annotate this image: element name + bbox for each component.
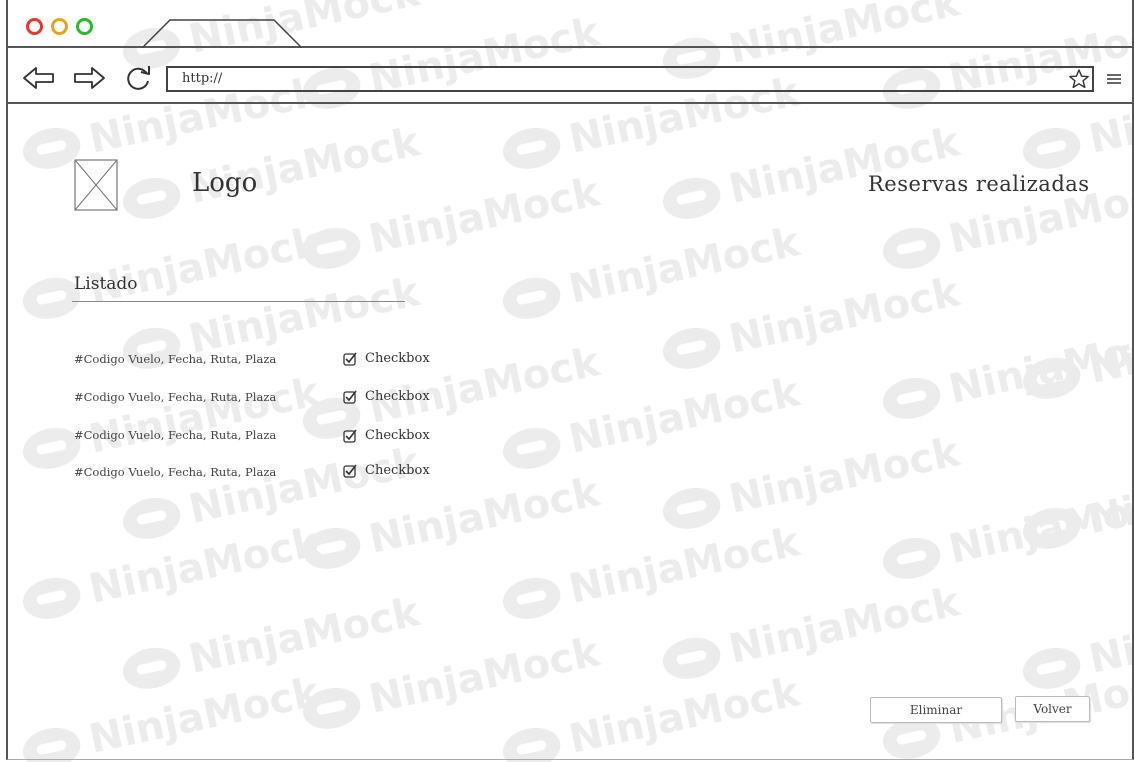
page-title: Reservas realizadas (868, 172, 1090, 196)
checkbox-checked-icon (343, 429, 357, 443)
checkbox-label: Checkbox (365, 428, 430, 443)
row-checkbox[interactable]: Checkbox (343, 351, 430, 366)
section-title-listado: Listado (74, 274, 138, 294)
checkbox-label: Checkbox (365, 463, 430, 478)
checkbox-label: Checkbox (365, 389, 430, 404)
checkbox-checked-icon (343, 464, 357, 478)
logo-text: Logo (192, 168, 258, 198)
checkbox-label: Checkbox (365, 351, 430, 366)
row-checkbox[interactable]: Checkbox (343, 463, 430, 478)
list-item: #Codigo Vuelo, Fecha, Ruta, Plaza (74, 352, 277, 366)
list-item: #Codigo Vuelo, Fecha, Ruta, Plaza (74, 390, 277, 404)
row-checkbox[interactable]: Checkbox (343, 389, 430, 404)
checkbox-checked-icon (343, 390, 357, 404)
list-item: #Codigo Vuelo, Fecha, Ruta, Plaza (74, 428, 277, 442)
volver-button[interactable]: Volver (1015, 696, 1090, 722)
list-item: #Codigo Vuelo, Fecha, Ruta, Plaza (74, 465, 277, 479)
page-content: Logo Reservas realizadas Listado #Codigo… (0, 0, 1134, 762)
checkbox-checked-icon (343, 352, 357, 366)
eliminar-button[interactable]: Eliminar (870, 697, 1002, 723)
logo-image-placeholder (74, 159, 118, 211)
app-window: NinjaMock NinjaMock NinjaMock NinjaMock Ninj… (0, 0, 1134, 762)
section-divider (72, 301, 405, 302)
row-checkbox[interactable]: Checkbox (343, 428, 430, 443)
